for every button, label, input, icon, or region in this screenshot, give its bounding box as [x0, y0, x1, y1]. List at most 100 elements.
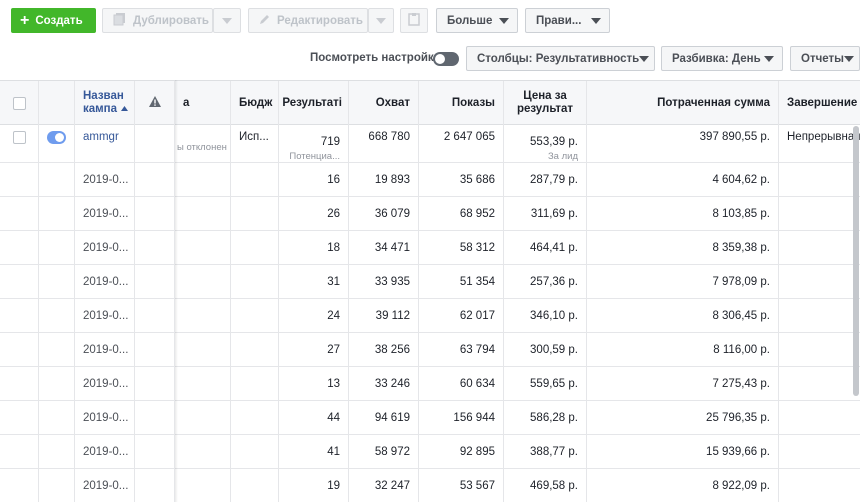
table-row[interactable]: 2019-0... 13 33 246 60 634 559,65 р. 7 275,43…	[0, 367, 860, 401]
campaign-name-link[interactable]: ammgr	[83, 131, 119, 143]
duplicate-dropdown[interactable]	[213, 8, 241, 33]
chevron-down-icon	[764, 55, 774, 62]
budget-cell	[231, 231, 279, 264]
columns-dropdown[interactable]: Столбцы: Результативность	[466, 46, 655, 71]
campaign-summary-row[interactable]: ammgr ы отклонен Исп... 719 Потенциа... …	[0, 125, 860, 163]
breakdown-dropdown[interactable]: Разбивка: День	[661, 46, 783, 71]
table-row[interactable]: 2019-0... 26 36 079 68 952 311,69 р. 8 103,85…	[0, 197, 860, 231]
results-value: 44	[327, 411, 340, 424]
header-impressions[interactable]: Показы	[419, 81, 504, 125]
header-cost-per-result[interactable]: Цена за результат	[504, 81, 587, 125]
results-value: 26	[327, 207, 340, 220]
clipboard-button[interactable]	[400, 8, 428, 33]
results-value: 27	[327, 343, 340, 356]
row-select-cell	[0, 197, 39, 230]
results-cell: 27	[279, 333, 349, 366]
budget-cell	[231, 469, 279, 502]
table-row[interactable]: 2019-0... 41 58 972 92 895 388,77 р. 15 939,6…	[0, 435, 860, 469]
delivery-cell	[175, 231, 231, 264]
edit-button[interactable]: Редактировать	[248, 8, 368, 33]
rules-button[interactable]: Прави...	[525, 8, 610, 33]
select-all-checkbox[interactable]	[12, 96, 26, 110]
warnings-cell	[135, 299, 175, 332]
more-label: Больше	[447, 14, 493, 27]
table-row[interactable]: 2019-0... 16 19 893 35 686 287,79 р. 4 604,62…	[0, 163, 860, 197]
spent-value: 8 922,09 р.	[712, 479, 770, 492]
vertical-scrollbar[interactable]	[853, 126, 859, 396]
table-row[interactable]: 2019-0... 27 38 256 63 794 300,59 р. 8 116,00…	[0, 333, 860, 367]
impressions-value: 68 952	[459, 207, 495, 220]
impressions-cell: 156 944	[419, 401, 504, 434]
spent-value: 8 359,38 р.	[712, 241, 770, 254]
spent-value: 7 978,09 р.	[712, 275, 770, 288]
header-ends[interactable]: Завершение	[779, 81, 860, 125]
delivery-cell	[175, 367, 231, 400]
rules-label: Прави...	[536, 14, 582, 27]
warnings-cell	[135, 469, 175, 502]
date-cell: 2019-0...	[75, 163, 135, 196]
header-results[interactable]: Результаті	[279, 81, 349, 125]
row-select-cell	[0, 231, 39, 264]
cost-per-result-cell: 346,10 р.	[504, 299, 587, 332]
columns-label: Столбцы: Результативность	[477, 52, 640, 65]
amount-spent-value: 397 890,55 р.	[699, 131, 770, 143]
reach-cell: 34 471	[349, 231, 419, 264]
table-row[interactable]: 2019-0... 19 32 247 53 567 469,58 р. 8 922,09…	[0, 469, 860, 502]
impressions-value: 58 312	[459, 241, 495, 254]
table-row[interactable]: 2019-0... 24 39 112 62 017 346,10 р. 8 306,45…	[0, 299, 860, 333]
amount-spent-cell: 8 922,09 р.	[587, 469, 779, 502]
cost-per-result-cell: 388,77 р.	[504, 435, 587, 468]
reports-dropdown[interactable]: Отчеты	[790, 46, 860, 71]
campaign-name-header-label: Назван кампа	[83, 90, 124, 115]
amount-spent-cell: 8 359,38 р.	[587, 231, 779, 264]
row-select-cell	[0, 401, 39, 434]
results-value: 18	[327, 241, 340, 254]
row-select-cell	[0, 163, 39, 196]
date-value: 2019-0...	[83, 207, 129, 220]
results-value: 13	[327, 377, 340, 390]
chevron-down-icon	[499, 17, 509, 24]
date-value: 2019-0...	[83, 173, 129, 186]
budget-cell	[231, 197, 279, 230]
reach-value: 94 619	[374, 411, 410, 424]
delivery-cell	[175, 401, 231, 434]
cost-per-result-cell: 287,79 р.	[504, 163, 587, 196]
duplicate-button[interactable]: Дублировать	[102, 8, 213, 33]
row-checkbox[interactable]	[12, 131, 26, 144]
row-toggle-cell	[39, 265, 75, 298]
date-cell: 2019-0...	[75, 231, 135, 264]
edit-dropdown[interactable]	[368, 8, 394, 33]
cost-per-result-cell: 257,36 р.	[504, 265, 587, 298]
header-reach[interactable]: Охват	[349, 81, 419, 125]
cost-per-result-cell: 300,59 р.	[504, 333, 587, 366]
warnings-cell	[135, 333, 175, 366]
header-campaign-name[interactable]: Назван кампа	[75, 81, 135, 125]
impressions-cell: 58 312	[419, 231, 504, 264]
amount-spent-cell: 8 103,85 р.	[587, 197, 779, 230]
table-row[interactable]: 2019-0... 31 33 935 51 354 257,36 р. 7 978,09…	[0, 265, 860, 299]
ends-cell	[779, 163, 860, 196]
create-button[interactable]: + Создать	[11, 8, 96, 33]
header-delivery[interactable]: а	[175, 81, 231, 125]
chevron-down-icon	[639, 55, 650, 62]
table-row[interactable]: 2019-0... 44 94 619 156 944 586,28 р. 25 796,…	[0, 401, 860, 435]
date-value: 2019-0...	[83, 275, 129, 288]
results-value: 31	[327, 275, 340, 288]
ends-cell	[779, 469, 860, 502]
cost-per-result-value: 553,39 р.	[530, 136, 578, 148]
header-warnings[interactable]	[135, 81, 175, 125]
cost-per-result-cell: 464,41 р.	[504, 231, 587, 264]
reach-value: 39 112	[375, 309, 410, 322]
row-select-cell	[0, 299, 39, 332]
campaign-on-off-toggle[interactable]	[47, 131, 66, 144]
view-settings-toggle[interactable]	[433, 52, 459, 66]
header-budget[interactable]: Бюдж	[231, 81, 279, 125]
table-row[interactable]: 2019-0... 18 34 471 58 312 464,41 р. 8 359,38…	[0, 231, 860, 265]
amount-spent-cell: 7 275,43 р.	[587, 367, 779, 400]
header-amount-spent[interactable]: Потраченная сумма	[587, 81, 779, 125]
impressions-value: 92 895	[459, 445, 495, 458]
pencil-icon	[259, 13, 271, 28]
more-button[interactable]: Больше	[436, 8, 518, 33]
ends-cell	[779, 197, 860, 230]
select-all-cell	[0, 81, 39, 125]
